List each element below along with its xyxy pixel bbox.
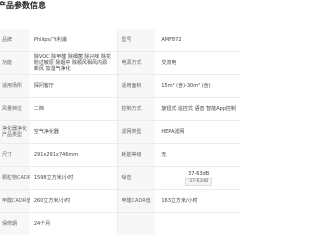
spec-label: 电源方式 bbox=[117, 52, 156, 74]
noise-tag: 37-63dB bbox=[185, 177, 213, 186]
spec-value: 旋钮式 遥控式 语音 智能App控制 bbox=[161, 106, 236, 112]
spec-value: 无 bbox=[161, 152, 167, 158]
spec-label: 适用场所 bbox=[0, 75, 30, 97]
spec-value: 1598立方米/小时 bbox=[33, 175, 74, 181]
spec-label: 噪音 bbox=[117, 167, 156, 189]
spec-label: 适用面积 bbox=[117, 75, 156, 97]
spec-label: 型号 bbox=[117, 29, 156, 51]
spec-label: 功能 bbox=[0, 52, 30, 74]
spec-label: 尺寸 bbox=[0, 144, 30, 166]
spec-row: 甲醛CADR值 260立方米/小时 甲醛CADR值 163立方米/小时 bbox=[0, 190, 240, 213]
spec-label bbox=[117, 213, 156, 235]
spec-label: 滤网类型 bbox=[117, 121, 156, 143]
spec-row: 尺寸 291x291x746mm 耗能等级 无 bbox=[0, 144, 240, 167]
spec-row: 品牌 Philips/飞利浦 型号 AMF872 bbox=[0, 29, 240, 52]
spec-row: 保修期 24个月 bbox=[0, 213, 240, 235]
spec-value: 24个月 bbox=[33, 221, 51, 227]
spec-value: 二档 bbox=[33, 106, 44, 112]
spec-row: 功能 除VOC 除甲醛 除细菌 除兴味 除花粉过敏原 除烟中 除顺风相风内源 新… bbox=[0, 52, 240, 75]
spec-value bbox=[155, 213, 240, 235]
spec-value: 交流电 bbox=[161, 60, 177, 66]
spec-value: AMF872 bbox=[161, 37, 182, 43]
spec-label: 保修期 bbox=[0, 213, 30, 235]
spec-value-group: 37-63dB 37-63dB bbox=[155, 167, 240, 189]
spec-label: 风量档位 bbox=[0, 98, 30, 120]
spec-value: 空气净化器 bbox=[33, 129, 59, 135]
spec-value: 291x291x746mm bbox=[33, 152, 79, 158]
spec-label: 甲醛CADR值 bbox=[117, 190, 156, 212]
spec-row: 适用场所 探问客厅 适用面积 15m² (含)-30m² (含) bbox=[0, 75, 240, 98]
spec-value: 探问客厅 bbox=[33, 83, 54, 89]
spec-value: 除VOC 除甲醛 除细菌 除兴味 除花粉过敏原 除烟中 除顺风相风内源 新风 加… bbox=[33, 54, 111, 72]
spec-label: 品牌 bbox=[0, 29, 30, 51]
spec-row: 净化器净化产品类型 空气净化器 滤网类型 HEPA滤网 bbox=[0, 121, 240, 144]
section-header: 产品参数信息 bbox=[0, 0, 240, 20]
spec-value: 163立方米/小时 bbox=[161, 198, 198, 204]
spec-label: 控制方式 bbox=[117, 98, 156, 120]
spec-label: 净化器净化产品类型 bbox=[0, 121, 30, 143]
spec-label: 颗粒物CADR值 bbox=[0, 167, 30, 189]
spec-label: 耗能等级 bbox=[117, 144, 156, 166]
spec-row: 风量档位 二档 控制方式 旋钮式 遥控式 语音 智能App控制 bbox=[0, 98, 240, 121]
spec-value: Philips/飞利浦 bbox=[33, 37, 67, 43]
spec-value: HEPA滤网 bbox=[161, 129, 185, 135]
section-title: 产品参数信息 bbox=[0, 1, 46, 10]
spec-row: 颗粒物CADR值 1598立方米/小时 噪音 37-63dB 37-63dB bbox=[0, 167, 240, 190]
spec-label: 甲醛CADR值 bbox=[0, 190, 30, 212]
spec-value: 15m² (含)-30m² (含) bbox=[161, 83, 211, 89]
spec-value: 260立方米/小时 bbox=[33, 198, 71, 204]
spec-table: 品牌 Philips/飞利浦 型号 AMF872 功能 除VOC 除甲醛 除细菌… bbox=[0, 29, 240, 235]
